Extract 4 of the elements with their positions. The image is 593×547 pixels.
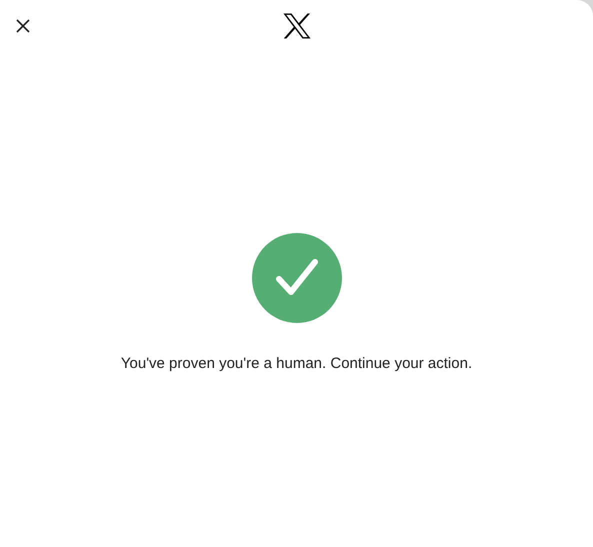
logo-icon [282,13,310,39]
success-message: You've proven you're a human. Continue your action. [120,355,472,372]
checkmark-icon [252,233,342,323]
close-icon [16,19,30,33]
